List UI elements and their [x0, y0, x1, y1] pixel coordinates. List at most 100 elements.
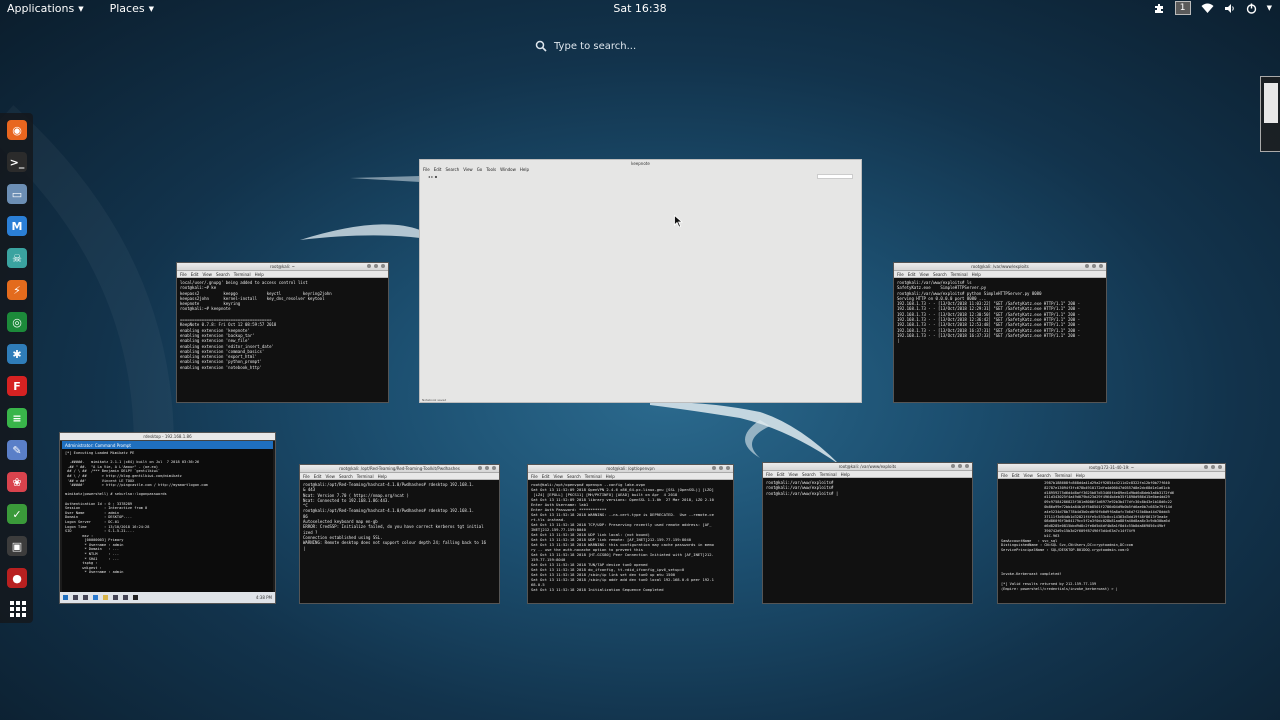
menu-item-terminal[interactable]: Terminal	[234, 272, 251, 277]
workspace-indicator[interactable]: 1	[1174, 1, 1191, 15]
rdesktop-window[interactable]: rdesktop - 192.168.1.86 Administrator: C…	[59, 432, 276, 604]
menu-item-view[interactable]: View	[788, 472, 798, 477]
menu-item-edit[interactable]: Edit	[191, 272, 199, 277]
files-icon[interactable]: ▭	[7, 184, 27, 204]
search-icon[interactable]	[73, 595, 78, 600]
maltego-icon[interactable]: ◎	[7, 312, 27, 332]
menu-item-terminal[interactable]: Terminal	[1055, 473, 1072, 478]
keepnote-window[interactable]: keepnote File Edit Search View Go Tools Window…	[419, 159, 862, 403]
mail-icon[interactable]	[123, 595, 128, 600]
applications-menu[interactable]: Applications ▼	[0, 0, 91, 17]
menu-item-file[interactable]: File	[897, 272, 904, 277]
firefox-icon[interactable]: ◉	[7, 120, 27, 140]
show-applications-icon[interactable]	[10, 601, 26, 617]
terminal-output[interactable]: root@kali:/var/www/exploits# root@kali:/v…	[763, 478, 972, 498]
terminal-icon[interactable]: >_	[7, 152, 27, 172]
menu-item-file[interactable]: File	[531, 474, 538, 479]
search-entry[interactable]: Type to search...	[534, 37, 744, 55]
menu-item-go[interactable]: Go	[477, 167, 483, 172]
window-title: rdesktop - 192.168.1.86	[143, 434, 192, 439]
keepnote-icon[interactable]: ✓	[7, 504, 27, 524]
terminal-window-kerberoast[interactable]: root@172-31-40-19: ~ File Edit View Search T…	[997, 463, 1226, 604]
terminal-window-exploits[interactable]: root@kali: /var/www/exploits File Edit Vie…	[762, 462, 973, 604]
recordmydesktop-icon[interactable]: ●	[7, 568, 27, 588]
burpsuite-icon[interactable]: ⚡	[7, 280, 27, 300]
places-menu[interactable]: Places ▼	[103, 0, 161, 17]
search-field[interactable]	[817, 174, 853, 179]
terminal-output[interactable]: root@kali:/var/www/exploits# ls SafetyKat…	[894, 278, 1106, 346]
leafpad-icon[interactable]: ≡	[7, 408, 27, 428]
volume-icon[interactable]	[1224, 3, 1236, 14]
extension-icon[interactable]	[1153, 2, 1165, 14]
cherrytree-icon[interactable]: ❀	[7, 472, 27, 492]
menu-item-terminal[interactable]: Terminal	[585, 474, 602, 479]
menu-item-view[interactable]: View	[463, 167, 473, 172]
chevron-down-icon[interactable]: ▼	[1267, 4, 1272, 12]
terminal-window-openvpn[interactable]: root@kali: /opt/openvpn File Edit View Sear…	[527, 464, 734, 604]
menu-item-search[interactable]: Search	[802, 472, 816, 477]
beef-icon[interactable]: ✱	[7, 344, 27, 364]
menu-item-search[interactable]: Search	[216, 272, 230, 277]
terminal-line: |	[897, 338, 900, 344]
cmd-icon[interactable]	[133, 595, 138, 600]
search-input[interactable]: Type to search...	[554, 41, 636, 52]
store-icon[interactable]	[113, 595, 118, 600]
window-title: root@kali: ~	[270, 264, 295, 269]
faraday-icon[interactable]: F	[7, 376, 27, 396]
menu-item-help[interactable]: Help	[255, 272, 264, 277]
menu-item-file[interactable]: File	[423, 167, 430, 172]
menu-item-file[interactable]: File	[766, 472, 773, 477]
menu-item-edit[interactable]: Edit	[908, 272, 916, 277]
menu-item-edit[interactable]: Edit	[434, 167, 442, 172]
menu-item-file[interactable]: File	[303, 474, 310, 479]
menu-item-tools[interactable]: Tools	[486, 167, 496, 172]
windows-start-icon[interactable]	[63, 595, 68, 600]
explorer-icon[interactable]	[103, 595, 108, 600]
menu-item-file[interactable]: File	[1001, 473, 1008, 478]
menu-item-help[interactable]: Help	[841, 472, 850, 477]
wifi-icon[interactable]	[1201, 3, 1214, 14]
menu-item-terminal[interactable]: Terminal	[820, 472, 837, 477]
terminal-output[interactable]: local/user/.gnupg' being added to access…	[177, 278, 388, 372]
menu-item-help[interactable]: Help	[520, 167, 529, 172]
menu-item-edit[interactable]: Edit	[542, 474, 550, 479]
menu-item-help[interactable]: Help	[972, 272, 981, 277]
workspace-thumbnail[interactable]	[1260, 76, 1280, 152]
terminal-output[interactable]: [*] Executing Loaded Mimikatz PE .#####.…	[62, 449, 273, 577]
edge-icon[interactable]	[93, 595, 98, 600]
terminal-output[interactable]: root@kali:/opt/openvpn# openvpn --config…	[528, 480, 733, 594]
terminal-window-httpserver[interactable]: root@kali: /var/www/exploits File Edit Vie…	[893, 262, 1107, 403]
menu-item-edit[interactable]: Edit	[1012, 473, 1020, 478]
menu-item-terminal[interactable]: Terminal	[357, 474, 374, 479]
menu-item-search[interactable]: Search	[1037, 473, 1051, 478]
armitage-icon[interactable]: ☠	[7, 248, 27, 268]
menu-item-view[interactable]: View	[202, 272, 212, 277]
menu-item-search[interactable]: Search	[339, 474, 353, 479]
menu-item-view[interactable]: View	[919, 272, 929, 277]
task-view-icon[interactable]	[83, 595, 88, 600]
terminal-window-rdesktop[interactable]: root@kali: /opt/Red-Teaming/Red-Teaming-…	[299, 464, 500, 604]
menu-item-view[interactable]: View	[325, 474, 335, 479]
menu-item-help[interactable]: Help	[606, 474, 615, 479]
menu-item-help[interactable]: Help	[378, 474, 387, 479]
menu-item-edit[interactable]: Edit	[314, 474, 322, 479]
menu-item-search[interactable]: Search	[445, 167, 459, 172]
menu-item-terminal[interactable]: Terminal	[951, 272, 968, 277]
terminal-output[interactable]: root@kali:/opt/Red-Teaming/hashcat-4.1.0…	[300, 480, 499, 553]
menu-item-search[interactable]: Search	[567, 474, 581, 479]
screenshot-icon[interactable]: ▣	[7, 536, 27, 556]
metasploit-icon[interactable]: M	[7, 216, 27, 236]
terminal-window-keepnote[interactable]: root@kali: ~ File Edit View Search Terminal H…	[176, 262, 389, 403]
menu-item-window[interactable]: Window	[500, 167, 516, 172]
clock[interactable]: Sat 16:38	[613, 2, 666, 15]
menu-item-view[interactable]: View	[1023, 473, 1033, 478]
menu-item-edit[interactable]: Edit	[777, 472, 785, 477]
power-icon[interactable]	[1246, 3, 1257, 14]
menu-item-search[interactable]: Search	[933, 272, 947, 277]
menu-item-help[interactable]: Help	[1076, 473, 1085, 478]
menu-item-view[interactable]: View	[553, 474, 563, 479]
gedit-icon[interactable]: ✎	[7, 440, 27, 460]
menu-item-file[interactable]: File	[180, 272, 187, 277]
terminal-output[interactable]: 2987b188608fc868d4a41d29a2f92854c4211d2c…	[998, 479, 1225, 593]
taskbar-clock[interactable]: 4:38 PM	[256, 595, 272, 600]
